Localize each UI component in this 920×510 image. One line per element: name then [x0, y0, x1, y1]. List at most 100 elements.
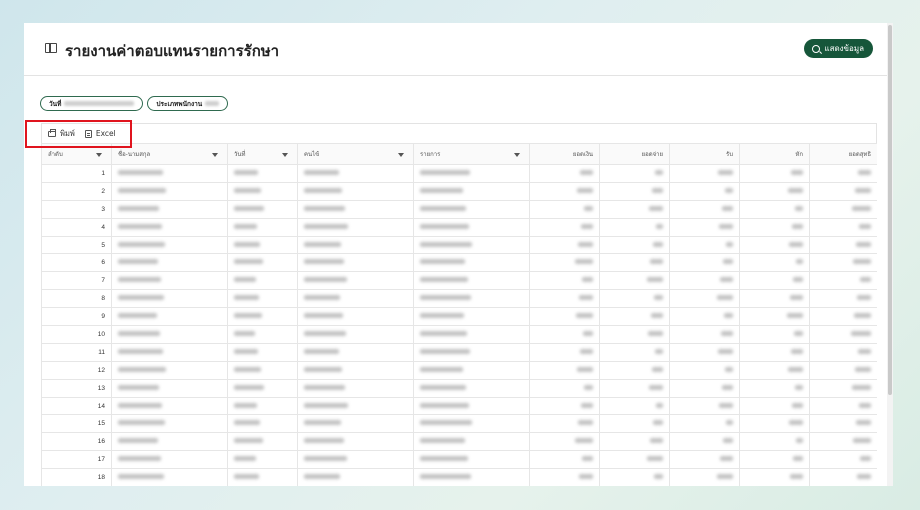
redacted-value: [580, 169, 593, 175]
table-row[interactable]: 5: [41, 235, 877, 255]
redacted-cell: [669, 396, 740, 416]
redacted-cell: [669, 289, 740, 309]
page-title: รายงานค่าตอบแทนรายการรักษา: [65, 42, 280, 60]
table-row[interactable]: 17: [41, 450, 877, 470]
redacted-value: [648, 330, 663, 336]
column-header[interactable]: รายการ: [413, 143, 530, 165]
redacted-cell: [809, 271, 877, 291]
row-index: 13: [41, 378, 112, 398]
column-header[interactable]: ยอดเงิน: [529, 143, 600, 165]
sort-caret-icon[interactable]: [398, 153, 404, 157]
redacted-value: [856, 241, 871, 247]
vertical-scrollbar[interactable]: [887, 23, 893, 486]
column-header[interactable]: รับ: [669, 143, 740, 165]
table-row[interactable]: 3: [41, 199, 877, 219]
redacted-value: [796, 438, 803, 444]
redacted-cell: [739, 468, 810, 486]
redacted-cell: [809, 432, 877, 452]
column-header[interactable]: ลำดับ: [41, 143, 112, 165]
scrollbar-thumb[interactable]: [888, 25, 892, 395]
column-header-label: รายการ: [420, 151, 441, 158]
sort-caret-icon[interactable]: [514, 153, 520, 157]
redacted-cell: [599, 360, 670, 380]
redacted-cell: [413, 342, 530, 362]
redacted-cell: [297, 325, 414, 344]
table-row[interactable]: 1: [41, 164, 877, 183]
column-header[interactable]: ยอดสุทธิ: [809, 143, 877, 165]
redacted-cell: [111, 307, 228, 327]
redacted-value: [652, 187, 663, 193]
redacted-cell: [227, 468, 298, 486]
table-row[interactable]: 12: [41, 360, 877, 380]
column-header[interactable]: วันที่: [227, 143, 298, 165]
print-button[interactable]: พิมพ์: [48, 128, 75, 140]
redacted-cell: [529, 450, 600, 470]
redacted-value: [649, 384, 663, 390]
redacted-value: [234, 223, 257, 229]
redacted-value: [420, 169, 470, 175]
redacted-value: [234, 205, 264, 211]
redacted-cell: [111, 450, 228, 470]
redacted-cell: [227, 325, 298, 344]
table-row[interactable]: 18: [41, 468, 877, 486]
redacted-value: [725, 366, 733, 372]
redacted-value: [860, 456, 871, 462]
sort-caret-icon[interactable]: [282, 153, 288, 157]
redacted-cell: [669, 235, 740, 255]
column-header[interactable]: คนไข้: [297, 143, 414, 165]
column-header[interactable]: หัก: [739, 143, 810, 165]
table-row[interactable]: 9: [41, 307, 877, 327]
redacted-value: [656, 223, 663, 229]
sidebar-toggle-icon[interactable]: [45, 43, 57, 53]
table-row[interactable]: 15: [41, 414, 877, 434]
column-header[interactable]: ยอดจ่าย: [599, 143, 670, 165]
table-row[interactable]: 8: [41, 289, 877, 309]
redacted-value: [792, 402, 803, 408]
table-row[interactable]: 13: [41, 378, 877, 398]
redacted-value: [234, 277, 256, 283]
table-row[interactable]: 10: [41, 325, 877, 344]
sort-caret-icon[interactable]: [96, 153, 102, 157]
date-filter-chip[interactable]: วันที่: [40, 96, 144, 111]
table-row[interactable]: 2: [41, 181, 877, 201]
redacted-cell: [809, 307, 877, 327]
row-index: 7: [41, 271, 112, 291]
table-row[interactable]: 11: [41, 342, 877, 362]
column-header[interactable]: ชื่อ-นามสกุล: [111, 143, 228, 165]
sort-caret-icon[interactable]: [212, 153, 218, 157]
redacted-cell: [529, 468, 600, 486]
redacted-cell: [529, 289, 600, 309]
table-row[interactable]: 7: [41, 271, 877, 291]
redacted-value: [118, 241, 165, 247]
show-data-button[interactable]: แสดงข้อมูล: [804, 39, 873, 58]
redacted-value: [788, 187, 803, 193]
table-row[interactable]: 14: [41, 396, 877, 416]
redacted-cell: [669, 271, 740, 291]
redacted-value: [234, 259, 263, 265]
redacted-value: [795, 205, 803, 211]
row-index: 3: [41, 199, 112, 219]
table-row[interactable]: 4: [41, 217, 877, 237]
table-row[interactable]: 16: [41, 432, 877, 452]
employee-type-filter-chip[interactable]: ประเภทพนักงาน: [147, 96, 229, 111]
redacted-value: [656, 402, 663, 408]
row-index: 9: [41, 307, 112, 327]
redacted-value: [653, 241, 663, 247]
redacted-cell: [529, 360, 600, 380]
excel-button[interactable]: Excel: [84, 129, 116, 138]
redacted-cell: [413, 396, 530, 416]
redacted-value: [304, 187, 342, 193]
redacted-cell: [297, 414, 414, 434]
redacted-value: [234, 438, 263, 444]
redacted-value: [420, 456, 468, 462]
redacted-cell: [809, 253, 877, 273]
redacted-cell: [739, 181, 810, 201]
redacted-value: [650, 438, 663, 444]
redacted-value: [304, 205, 345, 211]
column-header-label: วันที่: [234, 151, 246, 158]
redacted-value: [304, 295, 340, 301]
redacted-cell: [227, 217, 298, 237]
redacted-cell: [413, 235, 530, 255]
redacted-cell: [599, 414, 670, 434]
table-row[interactable]: 6: [41, 253, 877, 273]
